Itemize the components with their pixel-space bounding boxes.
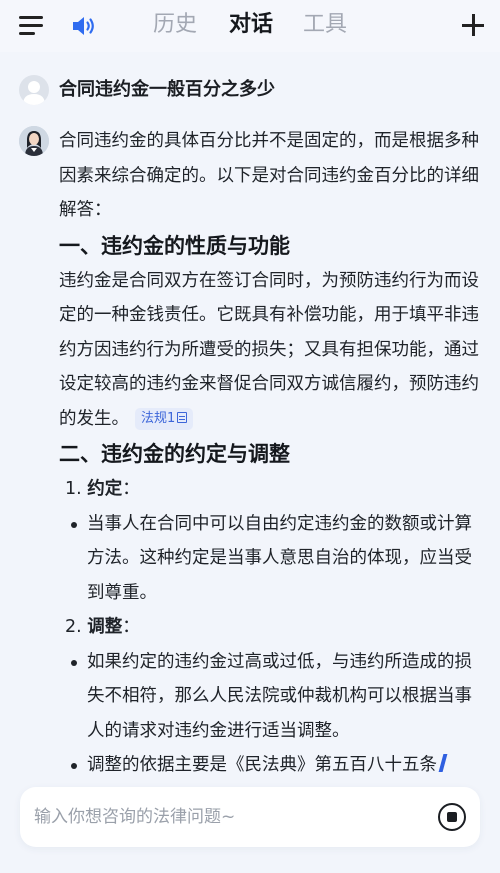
user-avatar [19,75,49,105]
document-icon [177,411,188,423]
bullet-list-adjustment: 如果约定的违约金过高或过低，与违约所造成的损失不相符，那么人民法院或仲裁机构可以… [59,645,484,783]
menu-icon[interactable] [19,14,43,36]
section-title-agreement: 二、违约金的约定与调整 [59,442,290,466]
section-title-nature: 一、违约金的性质与功能 [59,233,290,258]
item-title: 调整 [87,617,123,637]
answer-intro: 合同违约金的具体百分比并不是固定的，而是根据多种因素来综合确定的。以下是对合同违… [59,131,479,220]
list-item-agreement: 1. 约定： [59,472,484,507]
item-number: 2. [65,617,82,637]
citation-badge[interactable]: 法规1 [135,407,194,430]
chat-input[interactable] [34,797,414,837]
bullet-list-agreement: 当事人在合同中可以自由约定违约金的数额或计算方法。这种约定是当事人意思自治的体现… [59,507,484,611]
bullet-text: 调整的依据主要是《民法典》第五百八十五条 [87,755,437,775]
bullet-item: 如果约定的违约金过高或过低，与违约所造成的损失不相符，那么人民法院或仲裁机构可以… [71,645,484,749]
citation-label: 法规1 [141,410,176,426]
user-icon [23,81,45,105]
list-item-adjustment: 2. 调整： [59,610,484,645]
speaker-icon[interactable] [70,13,98,39]
plus-icon[interactable] [462,14,484,36]
user-question: 合同违约金一般百分之多少 [59,79,275,100]
assistant-avatar [19,126,49,156]
tab-chat[interactable]: 对话 [229,10,273,40]
assistant-portrait-icon [19,126,49,156]
tab-history[interactable]: 历史 [153,10,197,40]
item-colon: ： [122,617,140,637]
section-text: 违约金是合同双方在签订合同时，为预防违约行为而设定的一种金钱责任。它既具有补偿功… [59,270,479,429]
stop-icon[interactable] [438,803,466,831]
assistant-answer: 合同违约金的具体百分比并不是固定的，而是根据多种因素来综合确定的。以下是对合同违… [59,124,484,783]
item-title: 约定 [87,479,123,499]
chat-input-box [20,787,480,847]
bullet-item: 当事人在合同中可以自由约定违约金的数额或计算方法。这种约定是当事人意思自治的体现… [71,507,484,611]
item-number: 1. [65,479,82,499]
tab-tools[interactable]: 工具 [303,10,347,40]
typing-cursor-icon [438,754,448,772]
top-bar: 历史 对话 工具 [0,0,500,52]
item-colon: ： [122,479,140,499]
section-text-nature: 违约金是合同双方在签订合同时，为预防违约行为而设定的一种金钱责任。它既具有补偿功… [59,264,484,437]
bullet-item-streaming: 调整的依据主要是《民法典》第五百八十五条 [71,748,484,783]
